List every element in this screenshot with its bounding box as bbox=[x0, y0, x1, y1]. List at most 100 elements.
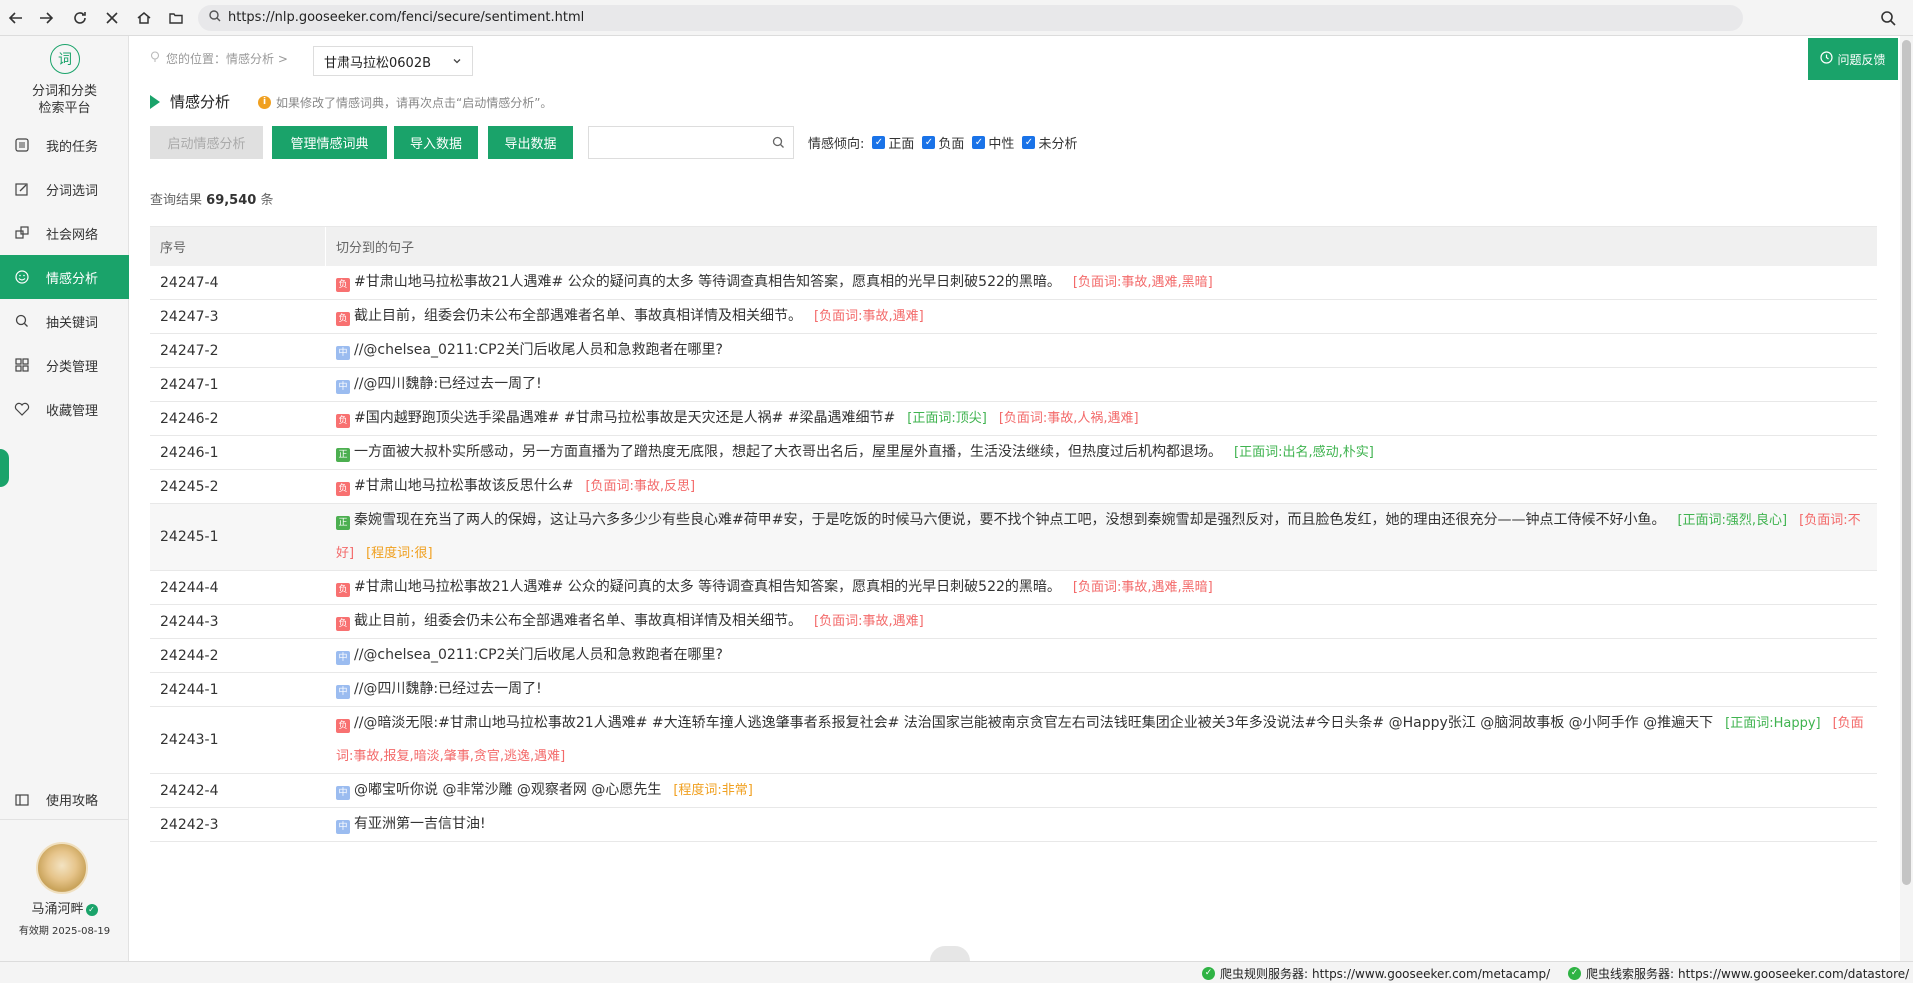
sentence-text: 秦婉雪现在充当了两人的保姆，这让马六多多少少有些良心难#荷甲#安，于是吃饭的时候… bbox=[354, 512, 1666, 528]
project-select[interactable]: 甘肃马拉松0602B bbox=[313, 46, 473, 76]
table-row: 24242-4 中 @嘟宝听你说 @非常沙雕 @观察者网 @心愿先生 [程度词:非常] bbox=[150, 774, 1877, 808]
sentiment-tag-icon: 负 bbox=[336, 312, 350, 326]
sentence-text: #甘肃山地马拉松事故21人遇难# 公众的疑问真的太多 等待调查真相告知答案，愿真… bbox=[354, 274, 1061, 290]
row-sentence: 负 #甘肃山地马拉松事故21人遇难# 公众的疑问真的太多 等待调查真相告知答案，愿… bbox=[326, 266, 1877, 299]
filter-negative-checkbox[interactable]: ✓ 负面 bbox=[922, 133, 964, 152]
play-icon bbox=[150, 94, 160, 109]
result-count-number: 69,540 bbox=[206, 193, 257, 208]
avatar[interactable] bbox=[36, 842, 88, 894]
forward-icon[interactable] bbox=[34, 6, 58, 30]
sentiment-tag-icon: 中 bbox=[336, 820, 350, 834]
section-title: 情感分析 bbox=[150, 91, 230, 112]
filter-unanalyzed-checkbox[interactable]: ✓ 未分析 bbox=[1022, 133, 1077, 152]
clue-server-url[interactable]: https://www.gooseeker.com/datastore/ bbox=[1678, 967, 1909, 981]
table-row: 24244-2 中 //@chelsea_0211:CP2关门后收尾人员和急救跑者在… bbox=[150, 639, 1877, 673]
project-select-value: 甘肃马拉松0602B bbox=[324, 55, 432, 71]
sentiment-tag-icon: 中 bbox=[336, 380, 350, 394]
search-icon[interactable] bbox=[772, 136, 785, 153]
folder-icon[interactable] bbox=[164, 6, 188, 30]
sidebar-item-my-tasks[interactable]: 我的任务 bbox=[0, 123, 129, 167]
row-id: 24244-1 bbox=[160, 681, 219, 698]
sentence-text: 截止目前，组委会仍未公布全部遇难者名单、事故真相详情及相关细节。 bbox=[354, 613, 802, 629]
sidebar-item-guide[interactable]: 使用攻略 bbox=[0, 780, 129, 820]
filter-positive-checkbox[interactable]: ✓ 正面 bbox=[872, 133, 914, 152]
row-sentence: 中有亚洲第一吉信甘油! bbox=[326, 808, 1877, 841]
sidebar-item-label: 使用攻略 bbox=[46, 794, 99, 809]
search-input[interactable] bbox=[589, 127, 759, 158]
table-body: 24247-4 负 #甘肃山地马拉松事故21人遇难# 公众的疑问真的太多 等待调查真… bbox=[150, 266, 1877, 842]
feedback-icon bbox=[1820, 51, 1834, 67]
row-sentence: 负截止目前，组委会仍未公布全部遇难者名单、事故真相详情及相关细节。 [负面词:事故… bbox=[326, 300, 1877, 333]
table-row: 24243-1 负 //@暗淡无限:#甘肃山地马拉松事故21人遇难# #大连轿车撞人… bbox=[150, 707, 1877, 774]
sentiment-annotation: [负面词:事故,反思] bbox=[585, 479, 696, 494]
import-data-button[interactable]: 导入数据 bbox=[394, 126, 478, 159]
row-sentence: 负 #甘肃山地马拉松事故该反思什么# [负面词:事故,反思] bbox=[326, 470, 1877, 503]
sentence-text: 一方面被大叔朴实所感动，另一方面直播为了蹭热度无底限，想起了大衣哥出名后，屋里屋… bbox=[354, 444, 1222, 460]
sentiment-tag-icon: 中 bbox=[336, 685, 350, 699]
sentence-text: #甘肃山地马拉松事故该反思什么# bbox=[354, 478, 574, 494]
sentiment-annotation: [负面词:事故,人祸,遇难] bbox=[998, 411, 1139, 426]
rule-server-url[interactable]: https://www.gooseeker.com/metacamp/ bbox=[1312, 967, 1550, 981]
sidebar-item-segmentation[interactable]: 分词选词 bbox=[0, 167, 129, 211]
home-icon[interactable] bbox=[132, 6, 156, 30]
column-header-id: 序号 bbox=[150, 227, 326, 266]
grid-icon bbox=[14, 357, 30, 373]
page-scrollbar[interactable] bbox=[1900, 36, 1913, 961]
logo-line-2: 检索平台 bbox=[38, 101, 91, 116]
list-icon bbox=[14, 137, 30, 153]
table-row: 24244-3 负截止目前，组委会仍未公布全部遇难者名单、事故真相详情及相关细节。… bbox=[150, 605, 1877, 639]
sentiment-annotation: [负面词:事故,遇难] bbox=[814, 614, 924, 629]
feedback-button[interactable]: 问题反馈 bbox=[1808, 38, 1898, 80]
sidebar-item-keywords[interactable]: 抽关键词 bbox=[0, 299, 129, 343]
sidebar-collapse-handle[interactable] bbox=[0, 449, 9, 487]
stop-icon[interactable] bbox=[100, 6, 124, 30]
scroll-to-top-button[interactable] bbox=[930, 946, 970, 961]
section-title-text: 情感分析 bbox=[170, 93, 231, 111]
checkbox-checked-icon: ✓ bbox=[1022, 136, 1036, 149]
breadcrumb-text: 您的位置：情感分析 > bbox=[166, 52, 288, 66]
filter-neutral-checkbox[interactable]: ✓ 中性 bbox=[972, 133, 1014, 152]
sentence-text: 有亚洲第一吉信甘油! bbox=[354, 816, 486, 832]
sentiment-tag-icon: 负 bbox=[336, 414, 350, 428]
sentiment-annotation: [负面词:事故,遇难,黑暗] bbox=[1072, 275, 1213, 290]
sidebar-item-favorites[interactable]: 收藏管理 bbox=[0, 387, 129, 431]
sidebar-item-social-network[interactable]: 社会网络 bbox=[0, 211, 129, 255]
table-row: 24247-2 中 //@chelsea_0211:CP2关门后收尾人员和急救跑者在… bbox=[150, 334, 1877, 368]
sentence-text: //@四川魏静:已经过去一周了! bbox=[354, 376, 542, 392]
logo[interactable]: 词 分词和分类 检索平台 bbox=[0, 36, 129, 121]
scrollbar-thumb[interactable] bbox=[1902, 40, 1911, 885]
row-id: 24246-1 bbox=[160, 444, 219, 461]
export-data-button[interactable]: 导出数据 bbox=[488, 126, 573, 159]
sidebar-item-label: 分类管理 bbox=[46, 359, 99, 375]
reload-icon[interactable] bbox=[68, 6, 92, 30]
sidebar-item-sentiment[interactable]: 情感分析 bbox=[0, 255, 129, 299]
sentiment-tag-icon: 负 bbox=[336, 482, 350, 496]
address-bar[interactable]: https://nlp.gooseeker.com/fenci/secure/s… bbox=[198, 5, 1743, 31]
sentence-text: #甘肃山地马拉松事故21人遇难# 公众的疑问真的太多 等待调查真相告知答案，愿真… bbox=[354, 579, 1061, 595]
result-count-suffix: 条 bbox=[260, 193, 274, 208]
sentiment-tag-icon: 负 bbox=[336, 583, 350, 597]
row-id: 24244-3 bbox=[160, 613, 219, 630]
sentiment-annotation: [负面词:事故,遇难,黑暗] bbox=[1072, 580, 1213, 595]
browser-search-icon[interactable] bbox=[1876, 6, 1900, 30]
table-row: 24247-3 负截止目前，组委会仍未公布全部遇难者名单、事故真相详情及相关细节。… bbox=[150, 300, 1877, 334]
sentiment-annotation: [正面词:出名,感动,朴实] bbox=[1234, 445, 1374, 460]
sentiment-annotation: [正面词:顶尖] bbox=[907, 411, 987, 426]
row-sentence: 中 @嘟宝听你说 @非常沙雕 @观察者网 @心愿先生 [程度词:非常] bbox=[326, 774, 1877, 807]
row-id: 24247-4 bbox=[160, 274, 219, 291]
chevron-down-icon bbox=[452, 55, 462, 70]
row-sentence: 中 //@chelsea_0211:CP2关门后收尾人员和急救跑者在哪里? bbox=[326, 334, 1877, 367]
status-bar: ✓ 爬虫规则服务器: https://www.gooseeker.com/met… bbox=[0, 961, 1913, 983]
sentence-table: 序号 切分到的句子 24247-4 负 #甘肃山地马拉松事故21人遇难# 公众的疑问… bbox=[150, 226, 1877, 842]
row-sentence: 负截止目前，组委会仍未公布全部遇难者名单、事故真相详情及相关细节。 [负面词:事故… bbox=[326, 605, 1877, 638]
network-icon bbox=[14, 225, 30, 241]
username: 马涌河畔 ✓ bbox=[0, 898, 129, 917]
logo-text: 分词和分类 检索平台 bbox=[0, 83, 129, 117]
sidebar-item-classification[interactable]: 分类管理 bbox=[0, 343, 129, 387]
row-sentence: 中 //@四川魏静:已经过去一周了! bbox=[326, 673, 1877, 706]
filter-neutral-label: 中性 bbox=[988, 137, 1015, 152]
back-icon[interactable] bbox=[4, 6, 28, 30]
filter-unanalyzed-label: 未分析 bbox=[1038, 137, 1078, 152]
manage-dictionary-button[interactable]: 管理情感词典 bbox=[272, 126, 387, 159]
start-analysis-button[interactable]: 启动情感分析 bbox=[150, 126, 263, 159]
